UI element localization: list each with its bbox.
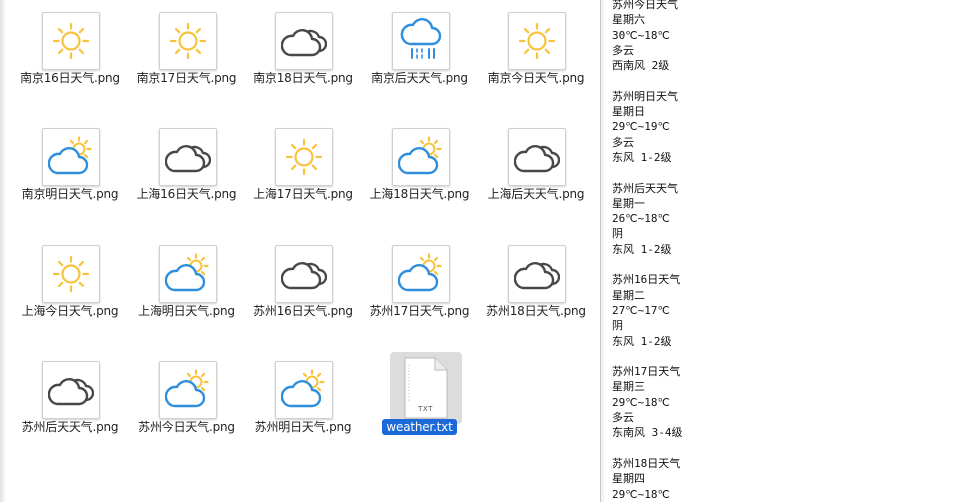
image-thumbnail (508, 12, 566, 70)
image-thumbnail (275, 128, 333, 187)
file-name-text: 苏州16日天气.png (253, 303, 353, 318)
file-name-label: 南京17日天气.png (131, 70, 243, 86)
file-item[interactable]: 南京16日天气.png (14, 2, 130, 114)
file-item[interactable]: 上海17日天气.png (247, 118, 363, 230)
image-thumbnail (508, 244, 566, 303)
file-item[interactable]: 上海后天天气.png (480, 118, 596, 230)
file-name-label: 南京16日天气.png (14, 70, 126, 86)
cloud-icon (514, 145, 560, 173)
file-name-text: 上海17日天气.png (253, 187, 353, 202)
file-item[interactable]: 南京明日天气.png (14, 118, 130, 230)
file-name-label: weather.txt (364, 418, 476, 435)
sun-icon (52, 255, 90, 292)
file-name-text: 上海今日天气.png (21, 303, 119, 318)
file-name-text: 南京今日天气.png (487, 71, 585, 85)
file-type-badge: TXT (418, 404, 433, 413)
image-thumbnail (275, 360, 333, 419)
image-thumbnail (158, 360, 217, 419)
image-thumbnail (275, 244, 333, 303)
file-name-text: 南京16日天气.png (20, 71, 120, 85)
file-name-text: 上海明日天气.png (138, 303, 235, 318)
image-thumbnail (158, 244, 217, 303)
file-item[interactable]: TXT weather.txt (364, 351, 480, 463)
sun-icon (518, 22, 556, 60)
partly-cloudy-icon (397, 136, 442, 175)
cloud-icon (281, 261, 327, 289)
file-item[interactable]: 苏州16日天气.png (247, 235, 363, 347)
image-thumbnail (158, 128, 217, 187)
file-name-label: 苏州明日天气.png (247, 419, 359, 435)
weather-text-content: 苏州今日天气 星期六 30℃~18℃ 多云 西南风 2级 苏州明日天气 星期日 … (612, 0, 683, 501)
image-thumbnail (42, 360, 100, 419)
file-item[interactable]: 苏州17日天气.png (364, 235, 480, 347)
file-name-text: 苏州后天天气.png (21, 419, 119, 434)
partly-cloudy-icon (164, 369, 209, 408)
file-name-label: 上海今日天气.png (14, 303, 126, 319)
file-name-text: 南京18日天气.png (253, 71, 353, 85)
window-edge (0, 0, 6, 502)
file-name-text: 上海后天天气.png (487, 187, 585, 202)
file-name-text: 苏州17日天气.png (369, 303, 470, 318)
file-name-text: 上海18日天气.png (369, 187, 470, 202)
image-thumbnail (275, 12, 333, 70)
rain-icon (400, 18, 441, 59)
file-name-text: 苏州明日天气.png (254, 419, 352, 434)
cloud-icon (281, 29, 327, 57)
file-name-label: 苏州今日天气.png (131, 419, 243, 435)
file-name-label: 上海17日天气.png (247, 186, 359, 202)
image-thumbnail (391, 128, 450, 187)
file-name-text: weather.txt (382, 418, 457, 435)
file-item[interactable]: 苏州后天天气.png (14, 351, 130, 463)
file-name-label: 苏州18日天气.png (480, 303, 592, 319)
file-name-label: 南京今日天气.png (480, 70, 592, 86)
image-thumbnail (42, 12, 100, 70)
file-name-text: 南京17日天气.png (136, 71, 237, 85)
file-name-label: 苏州16日天气.png (247, 303, 359, 319)
partly-cloudy-icon (164, 252, 209, 291)
file-item[interactable]: 南京后天天气.png (364, 2, 480, 114)
sun-icon (169, 22, 206, 60)
file-name-label: 苏州后天天气.png (14, 419, 126, 435)
file-name-label: 南京18日天气.png (247, 70, 359, 86)
file-item[interactable]: 苏州18日天气.png (480, 235, 596, 347)
file-name-text: 上海16日天气.png (136, 187, 237, 202)
file-item[interactable]: 上海16日天气.png (131, 118, 247, 230)
text-preview-pane: 苏州今日天气 星期六 30℃~18℃ 多云 西南风 2级 苏州明日天气 星期日 … (604, 0, 960, 502)
file-name-text: 南京后天天气.png (371, 71, 468, 85)
cloud-icon (164, 145, 211, 173)
image-thumbnail (508, 128, 566, 187)
file-item[interactable]: 上海今日天气.png (14, 235, 130, 347)
file-item[interactable]: 上海明日天气.png (131, 235, 247, 347)
sun-icon (52, 22, 90, 60)
file-name-label: 苏州17日天气.png (364, 303, 476, 319)
image-thumbnail (42, 244, 100, 303)
partly-cloudy-icon (281, 369, 325, 408)
file-name-label: 上海16日天气.png (131, 186, 243, 202)
file-item[interactable]: 上海18日天气.png (364, 118, 480, 230)
file-name-text: 苏州18日天气.png (486, 303, 586, 318)
cloud-icon (48, 377, 94, 406)
file-item[interactable]: 南京18日天气.png (247, 2, 363, 114)
file-name-label: 上海明日天气.png (131, 303, 243, 319)
file-item[interactable]: 南京17日天气.png (131, 2, 247, 114)
file-name-label: 南京明日天气.png (14, 186, 126, 202)
file-item[interactable]: 南京今日天气.png (480, 2, 596, 114)
file-name-label: 上海18日天气.png (364, 186, 476, 202)
file-name-label: 南京后天天气.png (364, 70, 476, 86)
sun-icon (285, 139, 323, 176)
image-thumbnail (391, 244, 450, 303)
file-name-text: 南京明日天气.png (21, 187, 119, 202)
file-name-text: 苏州今日天气.png (138, 419, 235, 434)
file-item[interactable]: 苏州今日天气.png (131, 351, 247, 463)
partly-cloudy-icon (48, 136, 92, 175)
partly-cloudy-icon (397, 252, 442, 291)
file-name-label: 上海后天天气.png (480, 186, 592, 202)
cloud-icon (514, 261, 560, 289)
image-thumbnail (158, 12, 217, 70)
image-thumbnail (391, 12, 450, 70)
image-thumbnail (42, 128, 100, 187)
text-document-icon: TXT (404, 357, 448, 419)
finder-icon-grid: 南京16日天气.png 南京17日天气.png 南京18日天气.png 南京后天天气.… (0, 0, 600, 502)
file-item[interactable]: 苏州明日天气.png (247, 351, 363, 463)
